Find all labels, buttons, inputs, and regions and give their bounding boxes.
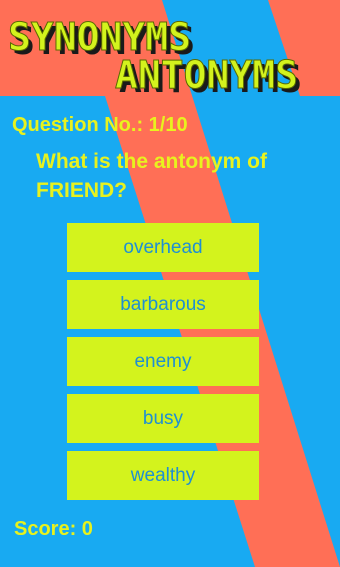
answer-list: overhead barbarous enemy busy wealthy — [67, 223, 259, 508]
answer-button[interactable]: busy — [67, 394, 259, 443]
answer-button[interactable]: overhead — [67, 223, 259, 272]
answer-button[interactable]: barbarous — [67, 280, 259, 329]
answer-button[interactable]: wealthy — [67, 451, 259, 500]
logo-antonyms: ANTONYMS — [115, 53, 298, 97]
answer-button[interactable]: enemy — [67, 337, 259, 386]
question-text: What is the antonym of FRIEND? — [36, 150, 267, 202]
question-number: Question No.: 1/10 — [12, 114, 188, 136]
app-logo: SYNONYMS SYNONYMS ANTONYMS ANTONYMS — [8, 15, 303, 101]
score-label: Score: 0 — [14, 518, 93, 540]
